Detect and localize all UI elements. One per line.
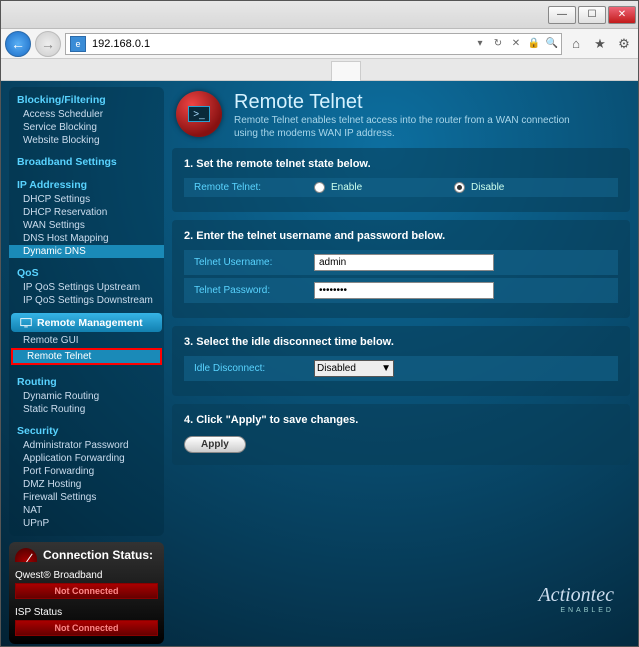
username-row: Telnet Username: (184, 250, 618, 275)
panel-apply: 4. Click "Apply" to save changes. Apply (172, 404, 630, 465)
page-subtitle: Remote Telnet enables telnet access into… (234, 114, 594, 140)
section-broadband[interactable]: Broadband Settings (9, 153, 164, 170)
page-title: Remote Telnet (234, 91, 594, 114)
sidebar-item[interactable]: DMZ Hosting (9, 478, 164, 491)
sidebar-item[interactable]: Service Blocking (9, 121, 164, 134)
panel-head-4: 4. Click "Apply" to save changes. (184, 414, 618, 426)
section-ip[interactable]: IP Addressing (9, 176, 164, 193)
connection-status-card: Connection Status: Qwest® Broadband Not … (9, 542, 164, 644)
isp-label: ISP Status (15, 607, 158, 618)
ie-icon: e (70, 36, 86, 52)
sidebar-item[interactable]: NAT (9, 504, 164, 517)
sidebar: Blocking/Filtering Access Scheduler Serv… (9, 87, 164, 638)
stop-icon[interactable]: ✕ (507, 34, 525, 54)
apply-button[interactable]: Apply (184, 436, 246, 453)
section-security[interactable]: Security (9, 422, 164, 439)
disable-option[interactable]: Disable (454, 182, 594, 193)
sidebar-item[interactable]: UPnP (9, 517, 164, 530)
sidebar-item[interactable]: Access Scheduler (9, 108, 164, 121)
connection-status-title: Connection Status: (43, 548, 153, 562)
panel-idle: 3. Select the idle disconnect time below… (172, 326, 630, 396)
section-remote-label: Remote Management (37, 317, 143, 329)
tab-strip (1, 59, 638, 81)
sidebar-item[interactable]: Administrator Password (9, 439, 164, 452)
password-label: Telnet Password: (194, 285, 314, 296)
radio-enable[interactable] (314, 182, 325, 193)
panel-credentials: 2. Enter the telnet username and passwor… (172, 220, 630, 318)
nav-card: Blocking/Filtering Access Scheduler Serv… (9, 87, 164, 536)
remote-telnet-label: Remote Telnet: (194, 182, 314, 193)
url-input[interactable] (90, 38, 471, 50)
section-qos[interactable]: QoS (9, 264, 164, 281)
sidebar-item-dynamic-dns[interactable]: Dynamic DNS (9, 245, 164, 258)
qwest-label: Qwest® Broadband (15, 570, 158, 581)
idle-row: Idle Disconnect: Disabled ▼ (184, 356, 618, 381)
page-header: >_ Remote Telnet Remote Telnet enables t… (172, 87, 630, 140)
gauge-icon (15, 548, 37, 562)
sidebar-item-remote-telnet[interactable]: Remote Telnet (13, 350, 160, 363)
sidebar-item[interactable]: Firewall Settings (9, 491, 164, 504)
brand-logo: Actiontec ENABLED (538, 584, 614, 614)
section-routing[interactable]: Routing (9, 373, 164, 390)
main-content: >_ Remote Telnet Remote Telnet enables t… (172, 87, 630, 638)
search-icon[interactable]: 🔍 (543, 34, 561, 54)
enable-label: Enable (331, 182, 362, 193)
back-button[interactable]: ← (5, 31, 31, 57)
qwest-status-bar: Not Connected (15, 583, 158, 599)
remote-icon (19, 316, 33, 330)
sidebar-item[interactable]: IP QoS Settings Upstream (9, 281, 164, 294)
panel-head-3: 3. Select the idle disconnect time below… (184, 336, 618, 348)
new-tab-button[interactable] (331, 61, 361, 81)
idle-value: Disabled (317, 363, 356, 374)
highlighted-item: Remote Telnet (11, 348, 162, 365)
section-blocking[interactable]: Blocking/Filtering (9, 91, 164, 108)
panel-head-1: 1. Set the remote telnet state below. (184, 158, 618, 170)
disable-label: Disable (471, 182, 504, 193)
brand-name: Actiontec (538, 584, 614, 606)
forward-button[interactable]: → (35, 31, 61, 57)
router-page: Blocking/Filtering Access Scheduler Serv… (1, 81, 638, 646)
brand-sub: ENABLED (538, 607, 614, 614)
username-input[interactable] (314, 254, 494, 271)
panel-head-2: 2. Enter the telnet username and passwor… (184, 230, 618, 242)
telnet-icon: >_ (176, 91, 222, 137)
maximize-button[interactable]: ☐ (578, 6, 606, 24)
idle-label: Idle Disconnect: (194, 363, 314, 374)
password-input[interactable] (314, 282, 494, 299)
browser-toolbar: ← → e ▾ ↻ ✕ 🔒 🔍 ⌂ ★ ⚙ (1, 29, 638, 59)
sidebar-item[interactable]: Website Blocking (9, 134, 164, 147)
radio-disable[interactable] (454, 182, 465, 193)
favorites-icon[interactable]: ★ (590, 34, 610, 54)
window-titlebar: — ☐ ✕ (1, 1, 638, 29)
remote-telnet-row: Remote Telnet: Enable Disable (184, 178, 618, 197)
sidebar-item[interactable]: WAN Settings (9, 219, 164, 232)
refresh-icon[interactable]: ↻ (489, 34, 507, 54)
panel-state: 1. Set the remote telnet state below. Re… (172, 148, 630, 212)
sidebar-item[interactable]: Dynamic Routing (9, 390, 164, 403)
connection-status-header: Connection Status: (15, 548, 158, 562)
username-label: Telnet Username: (194, 257, 314, 268)
sidebar-item[interactable]: DHCP Settings (9, 193, 164, 206)
sidebar-item[interactable]: IP QoS Settings Downstream (9, 294, 164, 307)
home-icon[interactable]: ⌂ (566, 34, 586, 54)
close-button[interactable]: ✕ (608, 6, 636, 24)
idle-select[interactable]: Disabled ▼ (314, 360, 394, 377)
enable-option[interactable]: Enable (314, 182, 454, 193)
sidebar-item[interactable]: Application Forwarding (9, 452, 164, 465)
sidebar-item[interactable]: DHCP Reservation (9, 206, 164, 219)
sidebar-item[interactable]: Static Routing (9, 403, 164, 416)
lock-icon: 🔒 (525, 34, 543, 54)
address-bar[interactable]: e ▾ ↻ ✕ 🔒 🔍 (65, 33, 562, 55)
sidebar-item[interactable]: Port Forwarding (9, 465, 164, 478)
dropdown-icon[interactable]: ▾ (471, 34, 489, 54)
sidebar-item-remote-gui[interactable]: Remote GUI (9, 334, 164, 347)
settings-icon[interactable]: ⚙ (614, 34, 634, 54)
password-row: Telnet Password: (184, 278, 618, 303)
chevron-down-icon: ▼ (381, 363, 391, 374)
sidebar-item[interactable]: DNS Host Mapping (9, 232, 164, 245)
isp-status-bar: Not Connected (15, 620, 158, 636)
section-remote[interactable]: Remote Management (11, 313, 162, 332)
minimize-button[interactable]: — (548, 6, 576, 24)
